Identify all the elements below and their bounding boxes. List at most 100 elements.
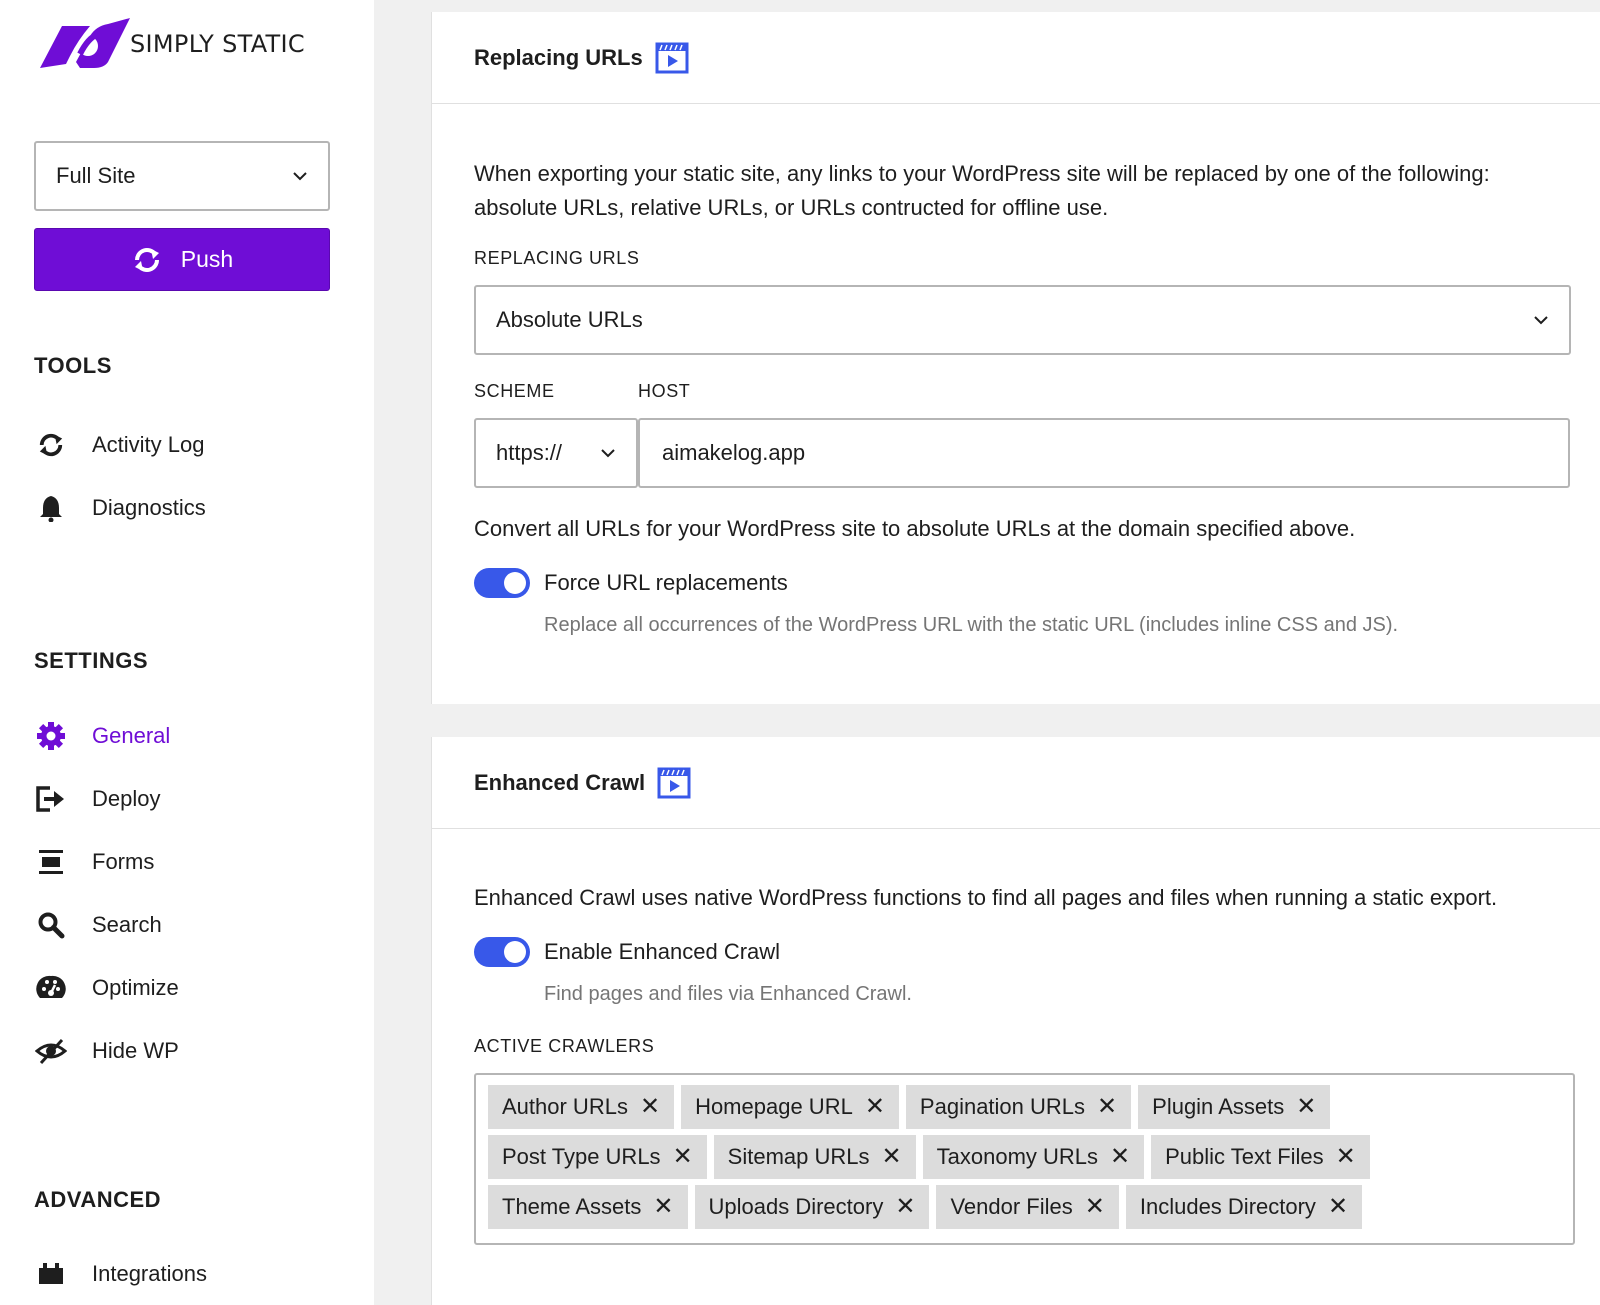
crawler-chip-label: Author URLs xyxy=(502,1094,628,1119)
crawler-chip: Includes Directory ✕ xyxy=(1125,1185,1363,1229)
crawler-chip-label: Taxonomy URLs xyxy=(936,1144,1099,1169)
remove-icon[interactable]: ✕ xyxy=(1110,1145,1130,1169)
exit-icon xyxy=(34,782,68,816)
push-button-label: Push xyxy=(180,246,234,272)
remove-icon[interactable]: ✕ xyxy=(640,1095,660,1119)
push-button[interactable]: Push xyxy=(34,228,330,291)
remove-icon[interactable]: ✕ xyxy=(1328,1195,1348,1219)
enable-crawl-row: Enable Enhanced Crawl xyxy=(474,937,1558,967)
sidebar-item-label: Forms xyxy=(92,849,155,874)
host-group: HOST aimakelog.app xyxy=(638,381,1570,488)
replacing-urls-card: Replacing URLs When exporting your stati… xyxy=(431,12,1600,704)
brand-logo[interactable]: SIMPLY STATIC xyxy=(40,18,305,70)
sidebar-item-activity-log[interactable]: Activity Log xyxy=(34,425,205,465)
sidebar: SIMPLY STATIC Full Site Push TOOLS Activ… xyxy=(0,0,374,1305)
sidebar-item-deploy[interactable]: Deploy xyxy=(34,779,160,819)
crawler-chip: Public Text Files ✕ xyxy=(1151,1135,1370,1179)
remove-icon[interactable]: ✕ xyxy=(895,1195,915,1219)
enable-crawl-toggle[interactable] xyxy=(474,937,530,967)
simply-static-logo-icon xyxy=(40,18,130,68)
chevron-down-icon xyxy=(293,172,307,181)
active-crawlers-label: ACTIVE CRAWLERS xyxy=(474,1036,655,1056)
search-icon xyxy=(34,908,68,942)
enable-crawl-help: Find pages and files via Enhanced Crawl. xyxy=(544,983,912,1005)
card-body: Enhanced Crawl uses native WordPress fun… xyxy=(432,881,1600,1245)
replacing-urls-label: REPLACING URLS xyxy=(474,248,640,268)
sidebar-item-label: Diagnostics xyxy=(92,495,206,520)
sidebar-item-label: Integrations xyxy=(92,1261,207,1286)
force-url-toggle[interactable] xyxy=(474,568,530,598)
card-body: When exporting your static site, any lin… xyxy=(432,157,1600,637)
remove-icon[interactable]: ✕ xyxy=(1085,1195,1105,1219)
scheme-host-row: SCHEME https:// HOST aimakelog.app xyxy=(474,381,1570,488)
crawler-chip: Author URLs ✕ xyxy=(488,1085,675,1129)
remove-icon[interactable]: ✕ xyxy=(653,1195,673,1219)
video-tutorial-icon[interactable] xyxy=(655,42,689,74)
sidebar-item-optimize[interactable]: Optimize xyxy=(34,968,179,1008)
chevron-down-icon xyxy=(601,449,615,458)
remove-icon[interactable]: ✕ xyxy=(882,1145,902,1169)
scheme-label: SCHEME xyxy=(474,381,555,401)
crawler-chip: Pagination URLs ✕ xyxy=(905,1085,1132,1129)
crawler-chip: Plugin Assets ✕ xyxy=(1138,1085,1331,1129)
settings-heading: SETTINGS xyxy=(34,648,149,673)
remove-icon[interactable]: ✕ xyxy=(673,1145,693,1169)
crawler-chip-label: Plugin Assets xyxy=(1152,1094,1285,1119)
crawler-chip-label: Homepage URL xyxy=(695,1094,853,1119)
replacing-description: When exporting your static site, any lin… xyxy=(474,161,1490,220)
replacing-urls-select[interactable]: Absolute URLs xyxy=(474,285,1571,355)
remove-icon[interactable]: ✕ xyxy=(1336,1145,1356,1169)
crawler-chip-label: Theme Assets xyxy=(502,1194,642,1219)
crawler-chip-label: Vendor Files xyxy=(950,1194,1073,1219)
host-label: HOST xyxy=(638,381,691,401)
crawler-chip-label: Sitemap URLs xyxy=(727,1144,870,1169)
dashboard-icon xyxy=(34,971,68,1005)
crawler-chip-label: Includes Directory xyxy=(1139,1194,1316,1219)
bell-icon xyxy=(34,491,68,525)
force-url-help: Replace all occurrences of the WordPress… xyxy=(544,614,1399,636)
tools-heading: TOOLS xyxy=(34,353,112,378)
convert-text: Convert all URLs for your WordPress site… xyxy=(474,516,1356,541)
force-url-row: Force URL replacements xyxy=(474,568,1558,598)
sidebar-item-hide-wp[interactable]: Hide WP xyxy=(34,1031,179,1071)
site-select[interactable]: Full Site xyxy=(34,141,330,211)
chevron-down-icon xyxy=(1534,316,1548,325)
host-input[interactable]: aimakelog.app xyxy=(638,418,1570,488)
scheme-select[interactable]: https:// xyxy=(474,418,638,488)
enable-crawl-label: Enable Enhanced Crawl xyxy=(544,939,781,964)
crawler-chip-label: Public Text Files xyxy=(1165,1144,1324,1169)
sync-icon xyxy=(134,247,159,272)
crawler-chip: Homepage URL ✕ xyxy=(681,1085,899,1129)
video-tutorial-icon[interactable] xyxy=(657,767,691,799)
remove-icon[interactable]: ✕ xyxy=(1097,1095,1117,1119)
sidebar-item-label: Deploy xyxy=(92,786,161,811)
card-header: Enhanced Crawl xyxy=(432,737,1600,829)
sidebar-item-diagnostics[interactable]: Diagnostics xyxy=(34,488,206,528)
replacing-urls-value: Absolute URLs xyxy=(496,307,643,332)
card-title: Enhanced Crawl xyxy=(474,769,646,795)
sync-icon xyxy=(34,428,68,462)
gear-icon xyxy=(34,719,68,753)
sidebar-item-label: General xyxy=(92,723,171,748)
host-value: aimakelog.app xyxy=(662,440,806,465)
card-header: Replacing URLs xyxy=(432,12,1600,104)
scheme-group: SCHEME https:// xyxy=(474,381,638,488)
advanced-heading: ADVANCED xyxy=(34,1187,162,1212)
sidebar-item-forms[interactable]: Forms xyxy=(34,842,154,882)
force-url-label: Force URL replacements xyxy=(544,570,788,595)
sidebar-item-general[interactable]: General xyxy=(34,716,170,756)
active-crawlers-field[interactable]: Author URLs ✕ Homepage URL ✕ Pagination UR… xyxy=(474,1073,1575,1245)
hidden-icon xyxy=(34,1034,68,1068)
enhanced-crawl-card: Enhanced Crawl Enhanced Crawl uses nativ… xyxy=(431,737,1600,1305)
sidebar-item-integrations[interactable]: Integrations xyxy=(34,1254,207,1294)
card-title: Replacing URLs xyxy=(474,44,643,70)
crawler-chip: Vendor Files ✕ xyxy=(936,1185,1119,1229)
scheme-value: https:// xyxy=(496,440,563,465)
crawler-chip-label: Pagination URLs xyxy=(919,1094,1086,1119)
brand-name: SIMPLY STATIC xyxy=(130,30,305,58)
remove-icon[interactable]: ✕ xyxy=(1296,1095,1316,1119)
plugin-icon xyxy=(34,1257,68,1291)
sidebar-item-search[interactable]: Search xyxy=(34,905,162,945)
crawler-chip: Post Type URLs ✕ xyxy=(488,1135,707,1179)
remove-icon[interactable]: ✕ xyxy=(865,1095,885,1119)
